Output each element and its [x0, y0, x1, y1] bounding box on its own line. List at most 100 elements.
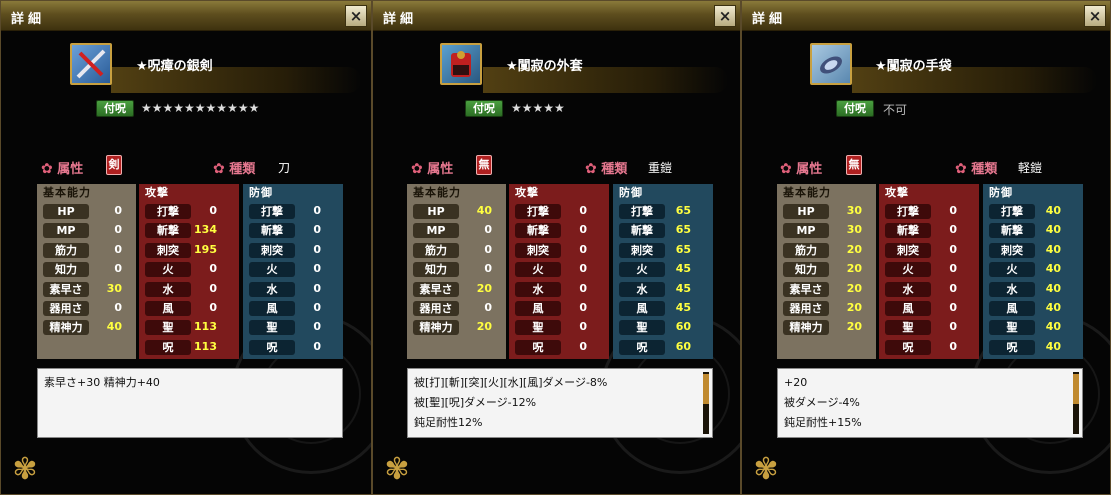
stat-value: 0 — [209, 300, 217, 314]
basic-stats-column: 基本能力 HP 0 MP 0 筋力 0 知力 0 素早さ 30 器用さ 0 精神力 40 — [37, 184, 136, 359]
stat-label: 火 — [145, 262, 191, 278]
stat-value: 195 — [194, 242, 217, 256]
stat-label: 火 — [989, 262, 1035, 278]
attack-stats-column: 攻撃 打撃 0 斬撃 0 刺突 0 火 0 水 0 風 0 聖 0 呪 0 — [879, 184, 979, 359]
stat-label: 風 — [885, 300, 931, 316]
kind-label: ✿ 種類 — [585, 161, 628, 177]
stat-row: MP 0 — [407, 221, 506, 240]
stat-value: 0 — [484, 262, 492, 276]
stat-row: 聖0 — [879, 318, 979, 337]
stat-row: 聖0 — [243, 318, 343, 337]
stat-label: 精神力 — [783, 320, 829, 336]
close-button[interactable]: × — [1084, 5, 1106, 27]
stat-label: 風 — [249, 300, 295, 316]
stat-label: HP — [783, 204, 829, 219]
defense-stats-header: 防御 — [989, 186, 1013, 199]
stat-label: 水 — [145, 281, 191, 297]
basic-stats-header: 基本能力 — [413, 186, 461, 199]
stat-label: 打撃 — [885, 204, 931, 219]
stat-label: 素早さ — [413, 281, 459, 297]
defense-stats-rows: 打撃 40 斬撃 40 刺突 40 火 40 水 40 風 40 聖 40 呪 40 — [983, 202, 1083, 357]
enchant-badge: 付呪 — [96, 100, 134, 117]
close-icon: × — [718, 7, 732, 25]
stat-row: 打撃 0 — [243, 202, 343, 221]
close-button[interactable]: × — [345, 5, 367, 27]
stat-row: 斬撃 40 — [983, 221, 1083, 240]
stat-value: 0 — [313, 300, 321, 314]
defense-stats-column: 防御 打撃 0 斬撃 0 刺突 0 火 0 水 0 風 0 聖 0 呪 0 — [243, 184, 343, 359]
defense-stats-column: 防御 打撃 65 斬撃 65 刺突 65 火 45 水 45 風 45 聖 60 呪 60 — [613, 184, 713, 359]
stat-label: 打撃 — [249, 204, 295, 219]
title-bar[interactable]: 詳細 × — [373, 1, 740, 31]
stat-row: 聖 60 — [613, 318, 713, 337]
close-button[interactable]: × — [714, 5, 736, 27]
stat-label: 風 — [515, 300, 561, 316]
description-lines: 被[打][斬][突][火][水][風]ダメージ-8% 被[聖][呪]ダメージ-12… — [414, 373, 706, 433]
stat-row: 水0 — [243, 280, 343, 299]
attack-stats-header: 攻撃 — [885, 186, 909, 199]
title-bar[interactable]: 詳細 × — [1, 1, 371, 31]
stat-value: 0 — [949, 339, 957, 353]
kind-label: ✿ 種類 — [213, 161, 256, 177]
stat-row: 刺突 40 — [983, 241, 1083, 260]
defense-stats-column: 防御 打撃 40 斬撃 40 刺突 40 火 40 水 40 風 40 聖 40 呪 40 — [983, 184, 1083, 359]
attack-stats-header: 攻撃 — [515, 186, 539, 199]
basic-stats-rows: HP 30 MP 30 筋力 20 知力 20 素早さ 20 器用さ 20 精神力 20 — [777, 202, 876, 338]
stat-row: 風0 — [139, 299, 239, 318]
stat-value: 0 — [114, 223, 122, 237]
stat-row: 風0 — [509, 299, 609, 318]
stat-value: 45 — [675, 262, 691, 276]
stat-value: 40 — [1045, 300, 1061, 314]
stat-value: 0 — [949, 223, 957, 237]
stat-label: 呪 — [249, 339, 295, 355]
scrollbar-thumb[interactable] — [1073, 374, 1079, 404]
stat-row: 器用さ 0 — [407, 299, 506, 318]
scrollbar-thumb[interactable] — [703, 374, 709, 404]
stat-value: 45 — [675, 281, 691, 295]
stat-row: 水 45 — [613, 280, 713, 299]
stat-row: 素早さ 20 — [777, 280, 876, 299]
stat-label: 火 — [885, 262, 931, 278]
basic-stats-rows: HP 40 MP 0 筋力 0 知力 0 素早さ 20 器用さ 0 精神力 20 — [407, 202, 506, 338]
stat-label: 知力 — [413, 262, 459, 278]
panel-title: 詳細 — [752, 12, 787, 27]
stat-value: 65 — [675, 242, 691, 256]
title-bar[interactable]: 詳細 × — [742, 1, 1110, 31]
stat-label: 刺突 — [885, 242, 931, 258]
stat-value: 0 — [484, 242, 492, 256]
stat-row: 打撃 0 — [509, 202, 609, 221]
item-description-box[interactable]: +20 被ダメージ-4% 鈍足耐性+15% — [777, 368, 1083, 438]
stat-label: 聖 — [145, 320, 191, 336]
kind-value: 刀 — [278, 161, 291, 175]
stat-label: 打撃 — [515, 204, 561, 219]
stat-label: 呪 — [515, 339, 561, 355]
stat-row: 精神力 20 — [407, 318, 506, 337]
attribute-value: 無 — [846, 155, 862, 175]
description-scrollbar[interactable] — [703, 372, 709, 434]
stat-row: 知力 0 — [37, 260, 136, 279]
stat-label: 打撃 — [145, 204, 191, 219]
stat-value: 60 — [675, 339, 691, 353]
stat-label: 聖 — [885, 320, 931, 336]
stat-row: 聖0 — [509, 318, 609, 337]
item-description-box[interactable]: 被[打][斬][突][火][水][風]ダメージ-8% 被[聖][呪]ダメージ-12… — [407, 368, 713, 438]
stat-row: 知力 0 — [407, 260, 506, 279]
stat-row: 火0 — [879, 260, 979, 279]
stat-value: 20 — [846, 320, 862, 334]
stat-value: 0 — [313, 204, 321, 217]
stat-label: 聖 — [515, 320, 561, 336]
stat-value: 40 — [1045, 204, 1061, 217]
stat-label: 刺突 — [249, 242, 295, 258]
stat-value: 0 — [313, 262, 321, 276]
stat-value: 20 — [476, 320, 492, 334]
basic-stats-column: 基本能力 HP 30 MP 30 筋力 20 知力 20 素早さ 20 器用さ 20 精神力 20 — [777, 184, 876, 359]
description-scrollbar[interactable] — [1073, 372, 1079, 434]
stat-value: 0 — [579, 339, 587, 353]
item-detail-panel: 詳細 × ★闃寂の外套 付呪 ★★★★★ ✿ 属性 無 ✿ 種類 重鎧 基本能力… — [372, 0, 741, 495]
stat-label: 風 — [989, 300, 1035, 316]
stat-value: 0 — [579, 262, 587, 276]
stat-value: 0 — [949, 320, 957, 334]
stat-label: MP — [783, 223, 829, 239]
stat-row: 呪0 — [879, 338, 979, 357]
item-description-box[interactable]: 素早さ+30 精神力+40 — [37, 368, 343, 438]
